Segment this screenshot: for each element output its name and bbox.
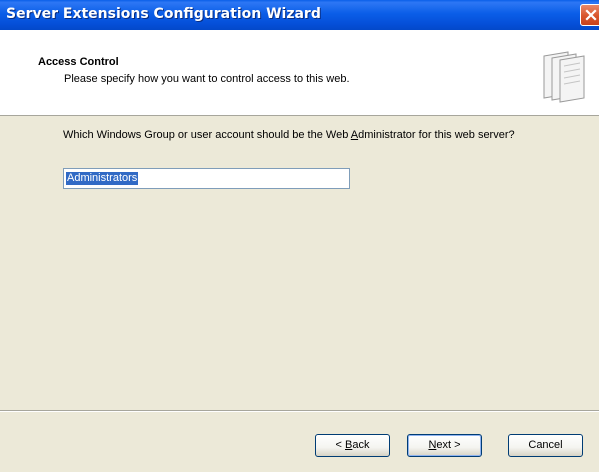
web-administrator-value: Administrators [66,172,139,185]
admin-question-label: Which Windows Group or user account shou… [63,129,563,141]
close-button[interactable] [580,4,599,26]
question-text-1: Which Windows Group or user account shou… [63,129,351,141]
question-text-2: dministrator for this web server? [358,129,515,141]
header-subtitle: Please specify how you want to control a… [64,73,350,85]
next-button[interactable]: Next > [407,434,482,457]
title-bar[interactable]: Server Extensions Configuration Wizard [0,0,599,30]
cancel-button[interactable]: Cancel [508,434,583,457]
wizard-pages-icon [543,51,585,103]
window-title: Server Extensions Configuration Wizard [6,6,321,22]
web-administrator-field[interactable]: Administrators [63,168,350,189]
back-button[interactable]: < Back [315,434,390,457]
back-button-label: ack [352,439,370,451]
wizard-header: Access Control Please specify how you wa… [0,30,599,116]
wizard-window: Server Extensions Configuration Wizard A… [0,0,599,472]
back-button-prefix: < [335,439,345,451]
close-icon [585,9,597,21]
footer-divider-highlight [0,411,599,412]
wizard-body: Which Windows Group or user account shou… [0,116,599,410]
next-button-label: ext > [436,439,461,451]
header-title: Access Control [38,56,119,68]
